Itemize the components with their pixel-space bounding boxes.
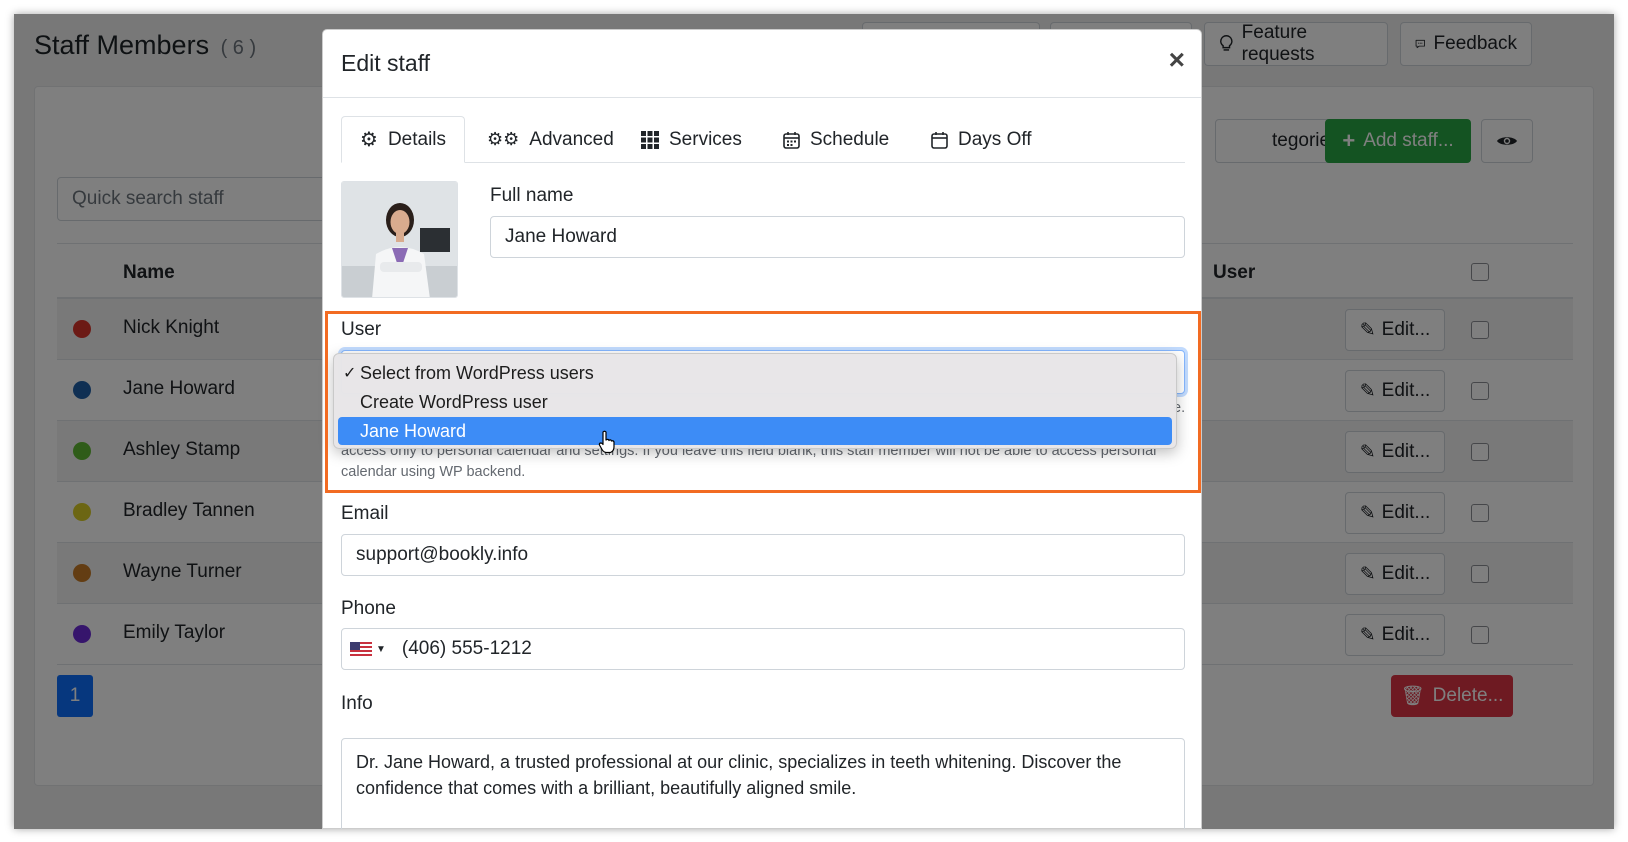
info-label: Info bbox=[341, 693, 373, 714]
phone-field[interactable]: ▼ (406) 555-1212 bbox=[341, 628, 1185, 670]
email-field[interactable]: support@bookly.info bbox=[341, 534, 1185, 576]
email-label: Email bbox=[341, 503, 389, 524]
phone-label: Phone bbox=[341, 598, 396, 619]
calendar-grid-icon bbox=[783, 131, 800, 149]
modal-title: Edit staff bbox=[341, 50, 431, 76]
modal-header: Edit staff × bbox=[323, 30, 1201, 98]
gear-icon: ⚙ bbox=[360, 129, 378, 151]
staff-avatar bbox=[342, 182, 457, 297]
tab-details-label: Details bbox=[387, 128, 447, 150]
email-value: support@bookly.info bbox=[356, 544, 529, 565]
user-field-highlight bbox=[325, 311, 1201, 493]
modal-tabs: ⚙ Details ⚙⚙ Advanced Services Schedule … bbox=[341, 116, 1185, 163]
info-value: Dr. Jane Howard, a trusted professional … bbox=[356, 752, 1122, 798]
close-icon[interactable]: × bbox=[1169, 46, 1185, 74]
phone-value: (406) 555-1212 bbox=[401, 638, 532, 659]
screenshot-frame: Staff Members ( 6 ) Feature requests Fee… bbox=[14, 14, 1614, 829]
tab-schedule[interactable]: Schedule bbox=[783, 116, 889, 163]
caret-down-icon: ▼ bbox=[376, 643, 386, 655]
grid-icon bbox=[641, 130, 659, 149]
staff-photo[interactable] bbox=[341, 181, 458, 298]
country-selector[interactable]: ▼ bbox=[350, 642, 386, 656]
gears-icon: ⚙⚙ bbox=[487, 129, 520, 149]
full-name-value: Jane Howard bbox=[505, 226, 617, 247]
tab-days-off[interactable]: Days Off bbox=[931, 116, 1032, 163]
tab-details[interactable]: ⚙ Details bbox=[341, 116, 466, 163]
tab-advanced-label: Advanced bbox=[529, 128, 614, 150]
full-name-field[interactable]: Jane Howard bbox=[490, 216, 1185, 258]
tab-advanced[interactable]: ⚙⚙ Advanced bbox=[487, 116, 614, 163]
tab-days-off-label: Days Off bbox=[958, 128, 1032, 150]
us-flag-icon bbox=[350, 642, 372, 656]
tab-services[interactable]: Services bbox=[641, 116, 742, 163]
edit-staff-modal: Edit staff × ⚙ Details ⚙⚙ Advanced Servi… bbox=[322, 29, 1202, 829]
tab-services-label: Services bbox=[669, 128, 742, 150]
tab-schedule-label: Schedule bbox=[810, 128, 890, 150]
info-textarea[interactable]: Dr. Jane Howard, a trusted professional … bbox=[341, 738, 1185, 829]
full-name-label: Full name bbox=[490, 185, 574, 206]
calendar-icon bbox=[931, 131, 948, 149]
